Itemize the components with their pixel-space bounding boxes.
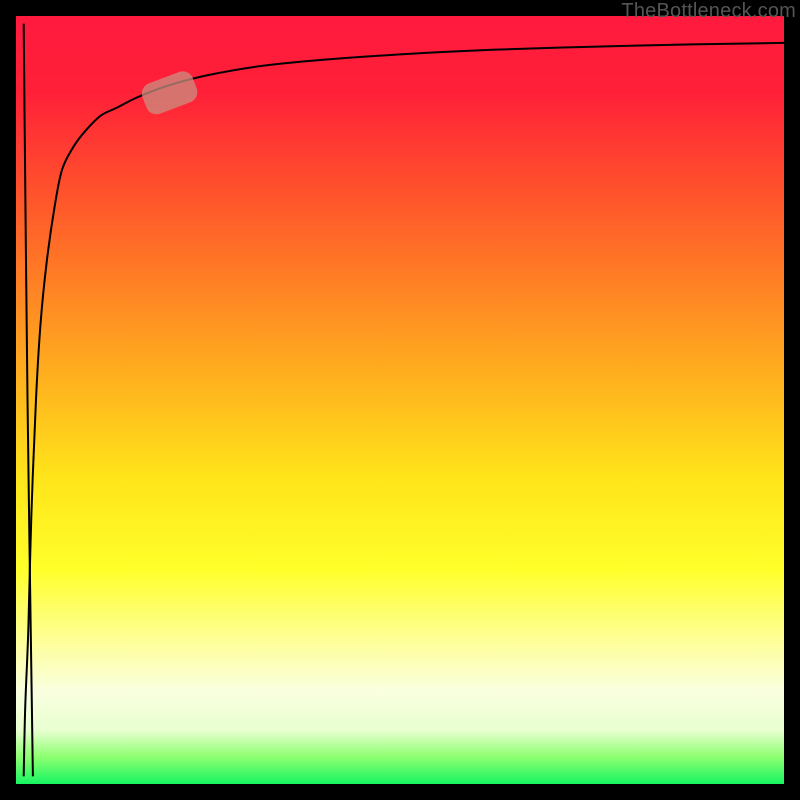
plot-area (16, 16, 784, 784)
bottleneck-curve-line (24, 43, 784, 776)
attribution-label: TheBottleneck.com (621, 0, 796, 22)
initial-drop-line (24, 24, 33, 777)
curve-layer (16, 16, 784, 784)
highlight-marker (139, 68, 201, 117)
chart-frame: TheBottleneck.com (0, 0, 800, 800)
